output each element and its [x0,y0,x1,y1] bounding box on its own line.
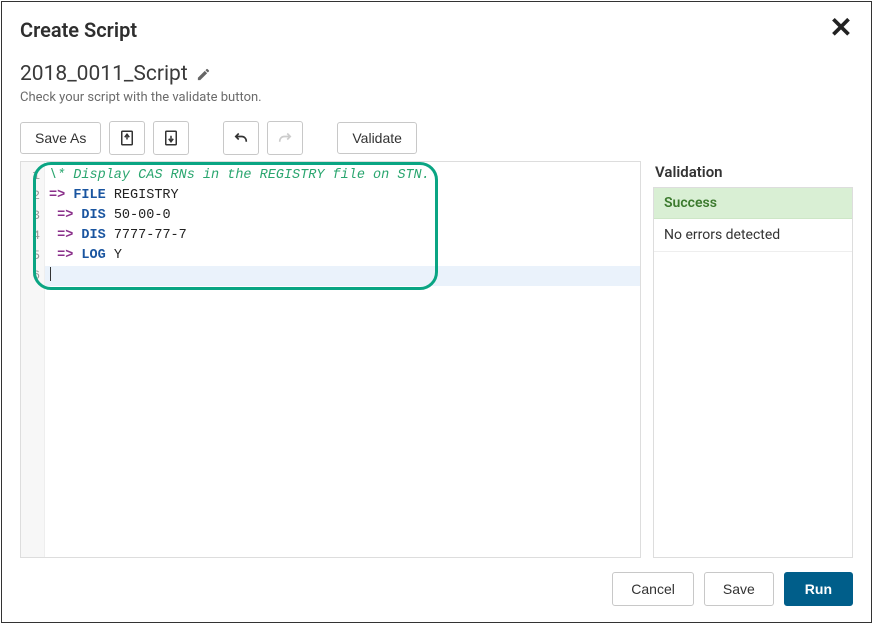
script-subtext: Check your script with the validate butt… [20,90,853,105]
script-name: 2018_0011_Script [20,62,188,86]
line-gutter: 123456 [21,162,45,557]
line-number: 1 [21,166,44,186]
line-number: 3 [21,206,44,226]
code-line[interactable]: \* Display CAS RNs in the REGISTRY file … [45,166,640,186]
code-token: \* Display CAS RNs in the REGISTRY file … [49,168,430,183]
redo-icon [276,129,294,147]
validation-heading: Validation [655,163,853,181]
code-line[interactable] [45,266,640,286]
code-token: DIS [81,208,105,223]
line-number: 4 [21,226,44,246]
import-button[interactable] [109,121,145,155]
validate-button[interactable]: Validate [337,122,417,154]
export-icon [162,129,180,147]
save-button[interactable]: Save [704,572,774,606]
code-line[interactable]: => DIS 50-00-0 [45,206,640,226]
code-token [49,208,57,223]
code-token: Y [106,248,122,263]
code-token: => [57,208,73,223]
code-token: 50-00-0 [106,208,171,223]
close-icon: ✕ [829,14,852,42]
pencil-icon[interactable] [196,67,211,82]
undo-button[interactable] [223,121,259,155]
undo-icon [232,129,250,147]
code-token: => [57,228,73,243]
code-line[interactable]: => LOG Y [45,246,640,266]
code-token: DIS [81,228,105,243]
dialog-header: Create Script ✕ [2,2,871,54]
code-token: => [49,188,65,203]
code-token [49,248,57,263]
code-line[interactable]: => DIS 7777-77-7 [45,226,640,246]
dialog-footer: Cancel Save Run [2,558,871,622]
run-button[interactable]: Run [784,572,853,606]
code-token: => [57,248,73,263]
code-token: REGISTRY [106,188,179,203]
dialog-title: Create Script [20,18,853,42]
code-token: FILE [73,188,105,203]
validation-message: No errors detected [654,219,852,252]
cursor [50,267,51,281]
line-number: 5 [21,246,44,266]
code-token: LOG [81,248,105,263]
redo-button[interactable] [267,121,303,155]
code-editor[interactable]: 123456 \* Display CAS RNs in the REGISTR… [20,161,641,558]
code-line[interactable]: => FILE REGISTRY [45,186,640,206]
code-area[interactable]: \* Display CAS RNs in the REGISTRY file … [45,162,640,557]
save-as-button[interactable]: Save As [20,122,101,154]
close-button[interactable]: ✕ [823,10,859,46]
cancel-button[interactable]: Cancel [612,572,694,606]
code-token: 7777-77-7 [106,228,187,243]
line-number: 6 [21,266,44,286]
script-name-row: 2018_0011_Script [20,62,853,86]
export-button[interactable] [153,121,189,155]
line-number: 2 [21,186,44,206]
toolbar: Save As [20,121,853,155]
validation-status: Success [654,188,852,219]
code-token [49,228,57,243]
validation-panel: Validation Success No errors detected [653,161,853,558]
main-split: 123456 \* Display CAS RNs in the REGISTR… [20,161,853,558]
dialog-body: 2018_0011_Script Check your script with … [2,54,871,558]
create-script-dialog: Create Script ✕ 2018_0011_Script Check y… [1,1,872,623]
import-icon [118,129,136,147]
validation-box: Success No errors detected [653,187,853,558]
